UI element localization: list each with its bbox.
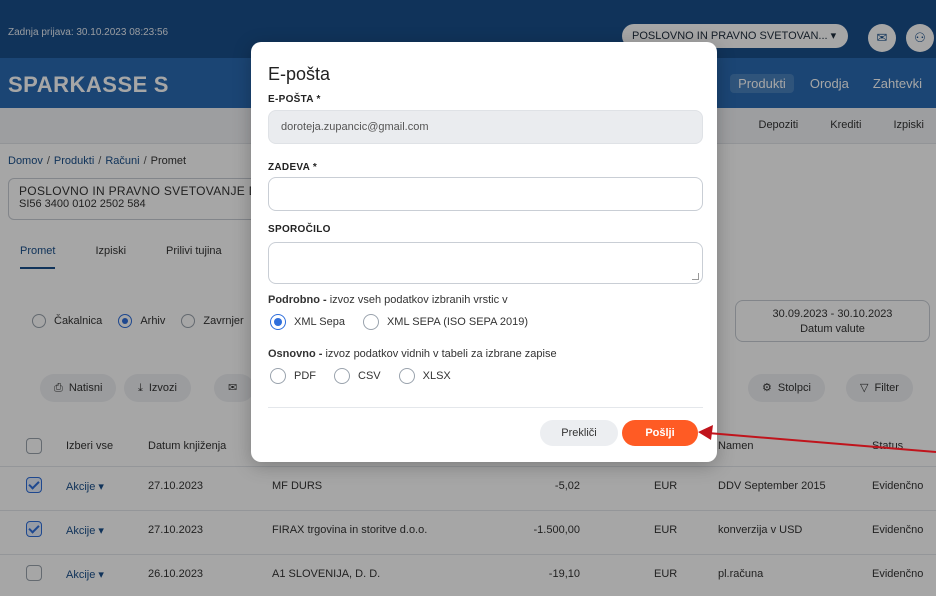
radio-pdf[interactable]: PDF xyxy=(270,368,316,384)
dialog-divider xyxy=(268,407,703,408)
detailed-export-options: XML Sepa XML SEPA (ISO SEPA 2019) xyxy=(270,314,528,330)
basic-export-description: Osnovno - izvoz podatkov vidnih v tabeli… xyxy=(268,348,557,360)
subject-input[interactable] xyxy=(268,177,703,211)
email-field[interactable]: doroteja.zupancic@gmail.com xyxy=(268,110,703,144)
email-label: E-POŠTA * xyxy=(268,94,321,105)
resize-handle-icon[interactable] xyxy=(692,273,699,280)
message-label: SPOROČILO xyxy=(268,224,331,235)
cancel-button[interactable]: Prekliči xyxy=(540,420,618,446)
detailed-export-description: Podrobno - izvoz vseh podatkov izbranih … xyxy=(268,294,508,306)
radio-csv[interactable]: CSV xyxy=(334,368,381,384)
radio-xml-sepa-iso[interactable]: XML SEPA (ISO SEPA 2019) xyxy=(362,314,528,330)
send-button[interactable]: Pošlji xyxy=(622,420,698,446)
radio-xlsx[interactable]: XLSX xyxy=(398,368,451,384)
subject-label: ZADEVA * xyxy=(268,162,318,173)
email-dialog: E-pošta E-POŠTA * doroteja.zupancic@gmai… xyxy=(251,42,717,462)
dialog-title: E-pošta xyxy=(268,64,331,84)
basic-export-options: PDF CSV XLSX xyxy=(270,368,451,384)
radio-xml-sepa[interactable]: XML Sepa xyxy=(270,314,345,330)
message-textarea[interactable] xyxy=(268,242,703,284)
